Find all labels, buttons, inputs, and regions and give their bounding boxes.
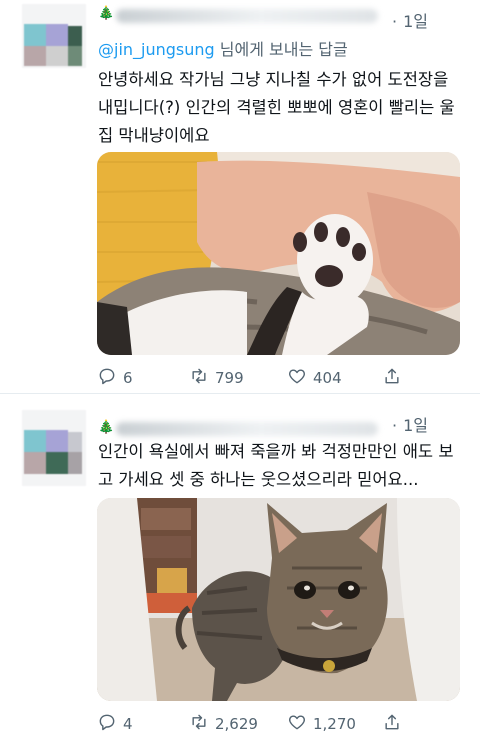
avatar[interactable]: [22, 4, 86, 68]
cat-paw-image: [97, 152, 460, 355]
like-button[interactable]: 404: [287, 366, 342, 390]
tweet-photo[interactable]: [97, 152, 460, 355]
tweet-actions: 6 799 404: [97, 366, 427, 394]
tweet[interactable]: 🎄 · 1일 @jin_jungsung 님에게 보내는 답글 안녕하세요 작가님…: [0, 0, 480, 394]
time-label: 1일: [403, 12, 428, 31]
tweet-photo[interactable]: [97, 498, 460, 701]
retweet-icon: [189, 366, 209, 390]
cat-bathroom-image: [97, 498, 460, 701]
like-icon: [287, 366, 307, 390]
like-count: 1,270: [313, 715, 356, 733]
retweet-count: 2,629: [215, 715, 258, 733]
tweet[interactable]: 🎄 · 1일 인간이 욕실에서 빠져 죽을까 봐 걱정만만인 애도 보고 가세요 …: [0, 396, 480, 756]
tweet-actions: 4 2,629 1,270: [97, 712, 427, 740]
display-name-emoji: 🎄: [98, 6, 115, 21]
share-icon: [382, 712, 402, 736]
reply-handle[interactable]: @jin_jungsung: [98, 40, 215, 59]
display-name[interactable]: [116, 9, 378, 23]
retweet-count: 799: [215, 369, 244, 387]
reply-count: 4: [123, 715, 133, 733]
display-name-emoji: 🎄: [98, 420, 115, 435]
share-button[interactable]: [382, 366, 402, 390]
like-button[interactable]: 1,270: [287, 712, 356, 736]
time-label: 1일: [403, 416, 428, 435]
reply-button[interactable]: 4: [97, 712, 133, 736]
retweet-button[interactable]: 2,629: [189, 712, 258, 736]
retweet-icon: [189, 712, 209, 736]
reply-count: 6: [123, 369, 133, 387]
reply-button[interactable]: 6: [97, 366, 133, 390]
like-count: 404: [313, 369, 342, 387]
tweet-text: 인간이 욕실에서 빠져 죽을까 봐 걱정만만인 애도 보고 가세요 셋 중 하나…: [98, 442, 454, 489]
like-icon: [287, 712, 307, 736]
avatar[interactable]: [22, 410, 86, 486]
share-icon: [382, 366, 402, 390]
retweet-button[interactable]: 799: [189, 366, 244, 390]
reply-icon: [97, 712, 117, 736]
tweet-divider: [0, 393, 480, 394]
reply-icon: [97, 366, 117, 390]
tweet-time[interactable]: · 1일: [392, 412, 428, 436]
tweet-text: 안녕하세요 작가님 그냥 지나칠 수가 없어 도전장을 내밉니다(?) 인간의 …: [98, 70, 455, 145]
display-name[interactable]: [116, 422, 378, 436]
tweet-time[interactable]: · 1일: [392, 8, 428, 32]
share-button[interactable]: [382, 712, 402, 736]
reply-suffix: 님에게 보내는 답글: [219, 40, 348, 59]
reply-context: @jin_jungsung 님에게 보내는 답글: [98, 36, 348, 60]
